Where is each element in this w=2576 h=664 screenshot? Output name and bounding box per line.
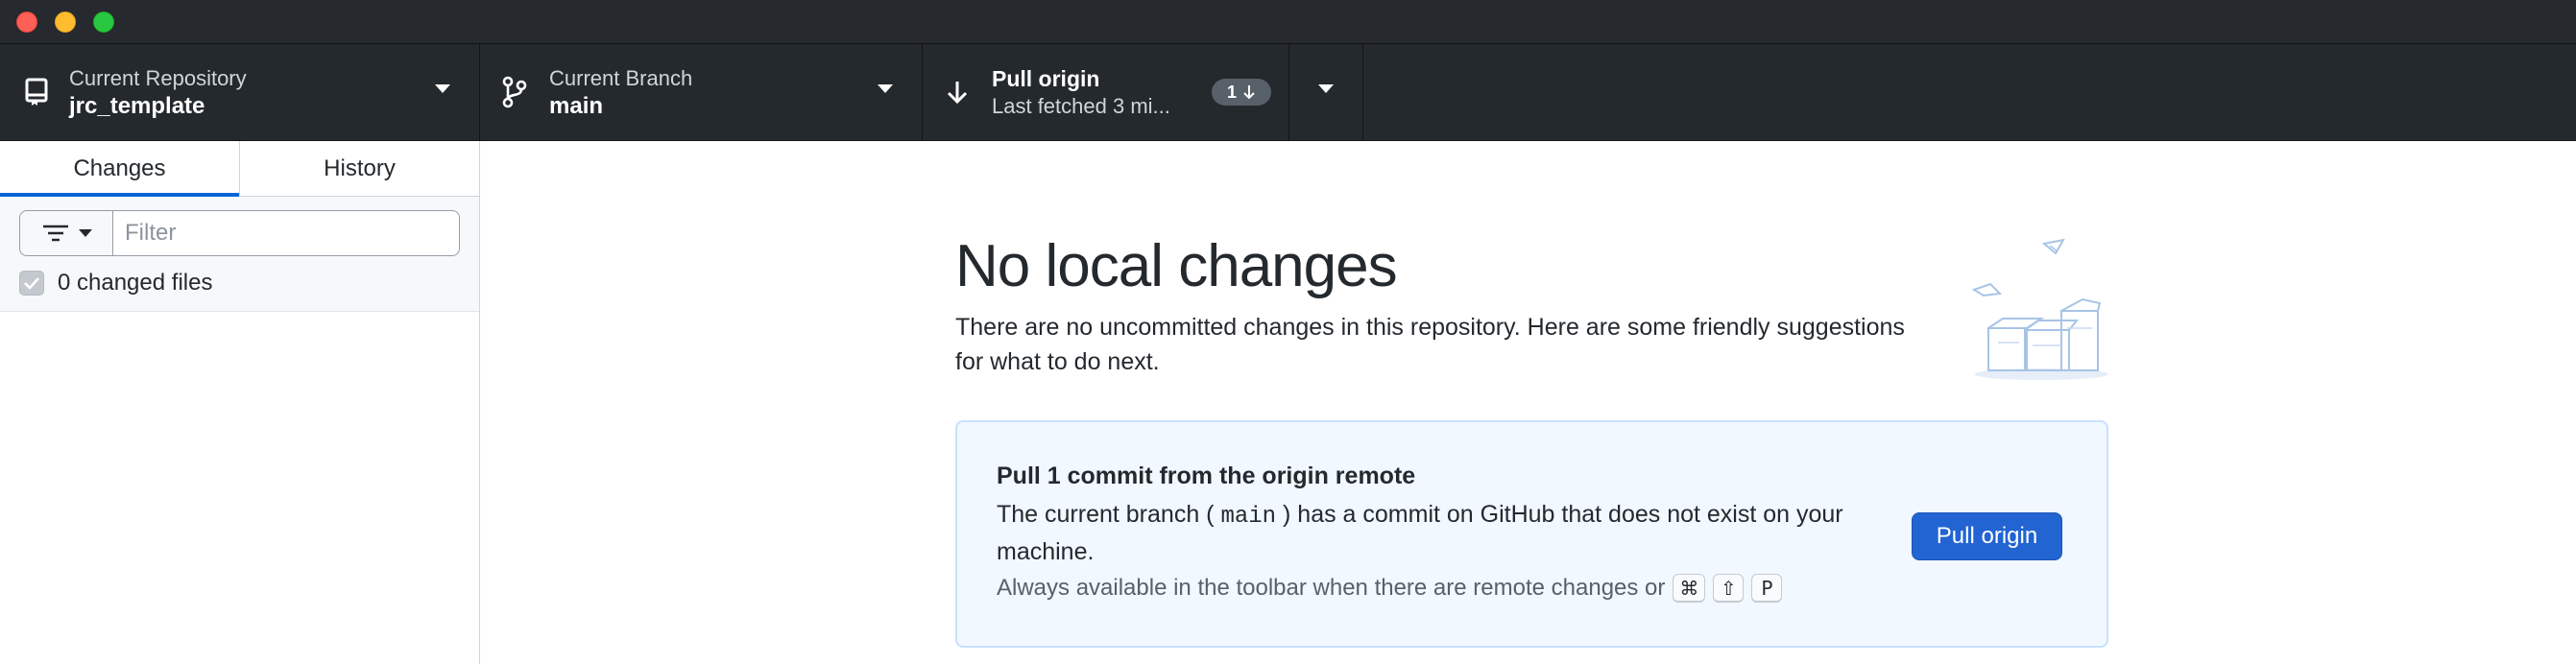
shift-key: ⇧	[1713, 574, 1745, 603]
current-branch-button[interactable]: Current Branch main	[480, 44, 923, 141]
close-window-button[interactable]	[16, 12, 37, 33]
toolbar: Current Repository jrc_template Current …	[0, 44, 2576, 141]
page-title: No local changes	[955, 233, 1398, 299]
git-branch-icon	[495, 73, 534, 111]
branch-code: main	[1220, 504, 1277, 530]
page-description: There are no uncommitted changes in this…	[955, 314, 1905, 375]
suggestion-desc-before: The current branch (	[997, 501, 1215, 528]
commit-count-badge: 1	[1212, 79, 1271, 106]
repository-label: Current Repository	[69, 66, 247, 90]
tab-history[interactable]: History	[240, 141, 479, 196]
select-all-checkbox[interactable]	[19, 271, 44, 296]
window-title-bar	[0, 0, 2576, 44]
sidebar: Changes History 0 changed files	[0, 141, 480, 664]
suggestion-description: The current branch ( main ) has a commit…	[997, 497, 1909, 570]
commit-count: 1	[1226, 82, 1237, 102]
pull-origin-action-button[interactable]: Pull origin	[1912, 512, 2062, 560]
filter-input[interactable]	[112, 210, 460, 256]
filter-icon	[42, 225, 68, 242]
sidebar-tabs: Changes History	[0, 141, 479, 197]
arrow-down-icon	[1243, 85, 1255, 100]
tab-changes[interactable]: Changes	[0, 141, 240, 197]
arrow-down-icon	[938, 73, 976, 111]
suggestion-hint: Always available in the toolbar when the…	[997, 574, 1783, 603]
suggestion-title: Pull 1 commit from the origin remote	[997, 462, 1416, 489]
chevron-down-icon	[78, 229, 92, 237]
branch-name: main	[549, 93, 604, 119]
maximize-window-button[interactable]	[93, 12, 114, 33]
filter-options-button[interactable]	[19, 210, 113, 256]
changed-files-label: 0 changed files	[58, 270, 213, 296]
minimize-window-button[interactable]	[55, 12, 76, 33]
chevron-down-icon	[435, 84, 450, 93]
p-key: P	[1751, 574, 1783, 603]
repository-name: jrc_template	[69, 93, 205, 119]
filter-area: 0 changed files	[0, 197, 479, 312]
pull-origin-label: Pull origin	[992, 66, 1100, 91]
pull-suggestion-card: Pull 1 commit from the origin remote The…	[955, 420, 2108, 648]
changed-files-row: 0 changed files	[19, 264, 212, 302]
hint-text: Always available in the toolbar when the…	[997, 575, 1666, 601]
repo-icon	[17, 73, 56, 111]
branch-label: Current Branch	[549, 66, 693, 90]
current-repository-button[interactable]: Current Repository jrc_template	[0, 44, 480, 141]
pull-options-dropdown[interactable]	[1289, 44, 1363, 141]
checkmark-icon	[24, 277, 39, 290]
main-content: No local changes There are no uncommitte…	[481, 141, 2576, 664]
chevron-down-icon	[1318, 84, 1334, 93]
last-fetched-text: Last fetched 3 mi...	[992, 94, 1170, 118]
command-key: ⌘	[1673, 574, 1706, 603]
chevron-down-icon	[878, 84, 893, 93]
empty-boxes-illustration-icon	[1971, 238, 2108, 380]
pull-origin-button[interactable]: Pull origin Last fetched 3 mi... 1	[923, 44, 1289, 141]
